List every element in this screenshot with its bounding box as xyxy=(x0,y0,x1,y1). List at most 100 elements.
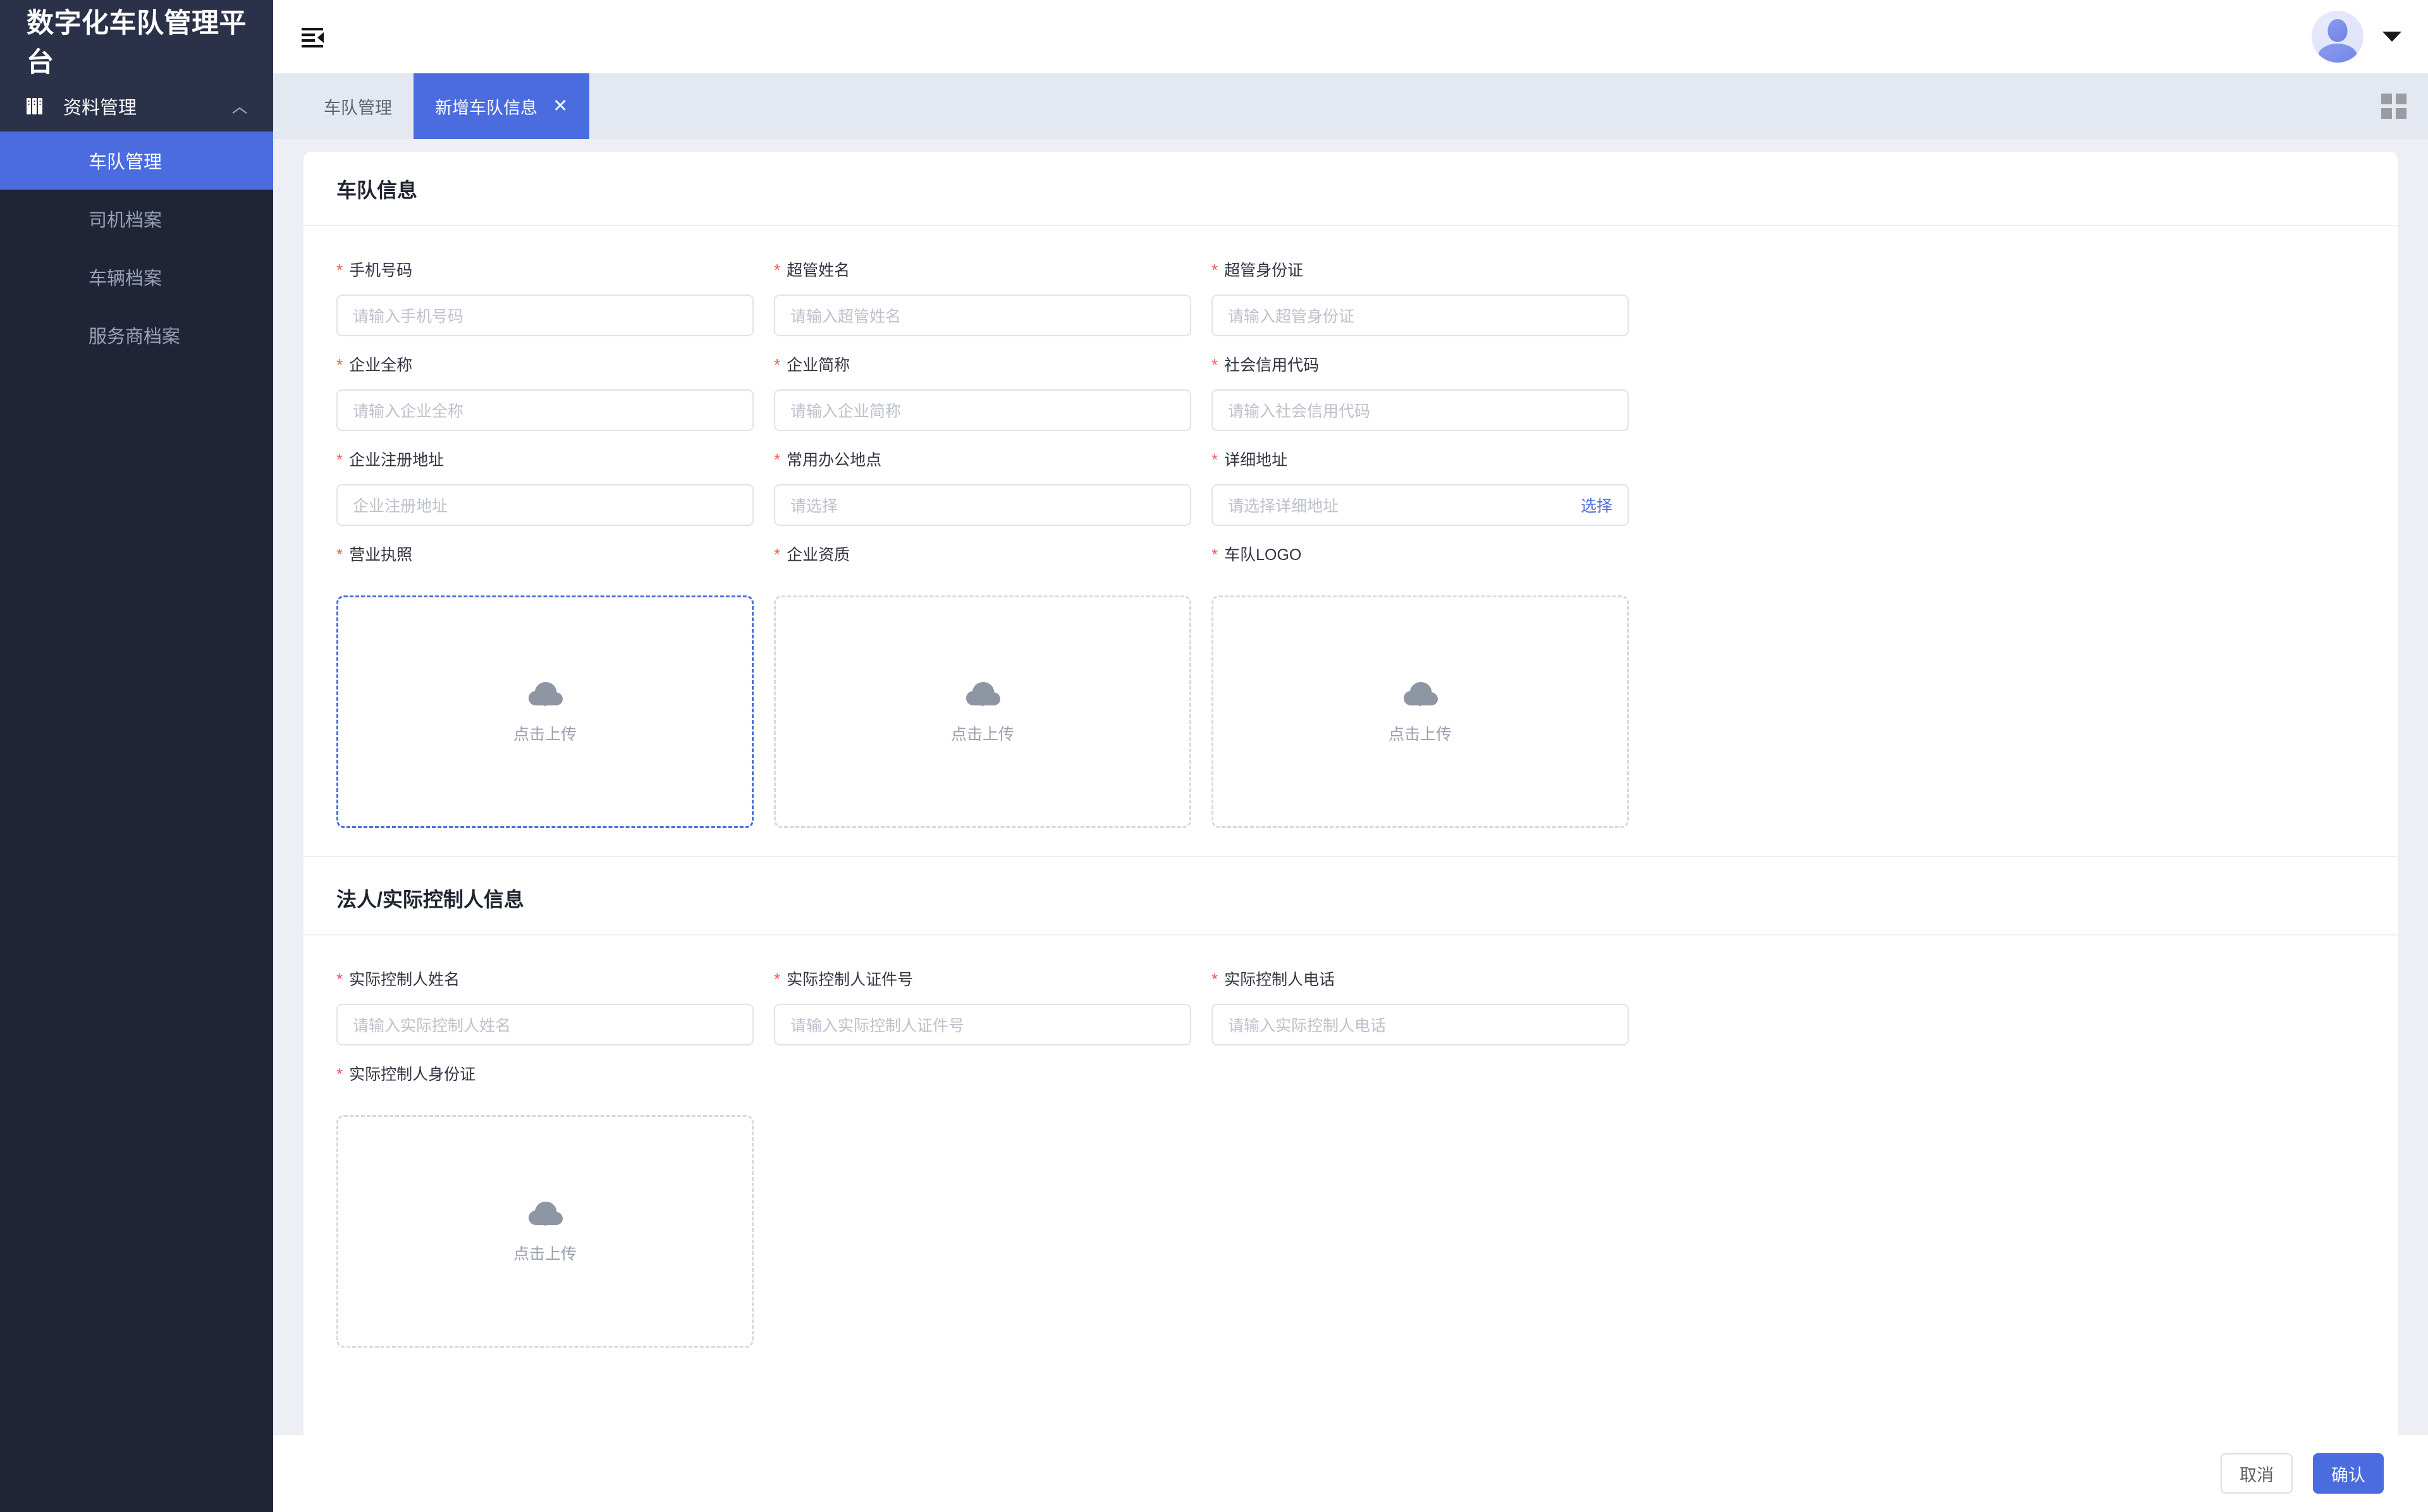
field-label: * 超管身份证 xyxy=(1211,258,1629,281)
upload-boxes-row: 点击上传 xyxy=(336,1115,2365,1348)
label-text: 企业注册地址 xyxy=(349,451,445,469)
input-placeholder: 请输入实际控制人姓名 xyxy=(353,1017,512,1035)
tab-label: 新增车队信息 xyxy=(435,98,537,118)
section-body-fleet-info: * 手机号码 请输入手机号码 * 超管姓名 请输入超管姓名 * 超管身份证 请输… xyxy=(304,226,2398,828)
form-card: 车队信息 * 手机号码 请输入手机号码 * 超管姓名 请输入超管姓名 * 超管身… xyxy=(304,152,2398,1435)
field-label: * 详细地址 xyxy=(1211,448,1629,470)
sidebar: 数字化车队管理平台 资料管理 车队管理 司机档案 车辆档案 服务商档案 xyxy=(0,0,273,1512)
office-location-select[interactable]: 请选择 xyxy=(774,484,1191,526)
input-placeholder: 请选择详细地址 xyxy=(1228,497,1339,515)
upload-text: 点击上传 xyxy=(513,726,577,743)
upload-company-qualification[interactable]: 点击上传 xyxy=(774,595,1191,828)
detail-address-input[interactable]: 请选择详细地址 选择 xyxy=(1211,484,1629,526)
chevron-up-icon[interactable] xyxy=(230,101,249,114)
grid-view-icon[interactable] xyxy=(2381,94,2407,119)
cloud-upload-icon xyxy=(964,679,1001,708)
label-text: 实际控制人证件号 xyxy=(787,971,914,989)
sidebar-item-label: 车辆档案 xyxy=(89,269,162,289)
sidebar-item-provider-records[interactable]: 服务商档案 xyxy=(0,306,273,364)
upload-labels-row: * 营业执照 * 企业资质 * 车队LOGO xyxy=(336,542,2365,579)
sidebar-group-data-management[interactable]: 资料管理 xyxy=(0,81,273,131)
choose-address-link[interactable]: 选择 xyxy=(1581,494,1612,516)
controller-phone-input[interactable]: 请输入实际控制人电话 xyxy=(1211,1004,1629,1046)
tab-add-fleet-info[interactable]: 新增车队信息 ✕ xyxy=(414,73,590,139)
user-avatar[interactable] xyxy=(2312,11,2364,63)
section-title-fleet-info: 车队信息 xyxy=(304,152,2398,226)
company-short-name-input[interactable]: 请输入企业简称 xyxy=(774,389,1191,431)
upload-text: 点击上传 xyxy=(1388,726,1452,743)
confirm-button[interactable]: 确认 xyxy=(2313,1453,2384,1494)
controller-id-number-input[interactable]: 请输入实际控制人证件号 xyxy=(774,1004,1191,1046)
sidebar-item-fleet-management[interactable]: 车队管理 xyxy=(0,131,273,190)
field-controller-id-number: * 实际控制人证件号 请输入实际控制人证件号 xyxy=(774,967,1191,1046)
admin-name-input[interactable]: 请输入超管姓名 xyxy=(774,295,1191,336)
avatar-body xyxy=(2318,44,2357,63)
sidebar-item-vehicle-records[interactable]: 车辆档案 xyxy=(0,248,273,306)
label-text: 企业简称 xyxy=(787,357,850,374)
field-admin-name: * 超管姓名 请输入超管姓名 xyxy=(774,258,1191,336)
field-fleet-logo: * 车队LOGO xyxy=(1211,542,1629,579)
section-body-legal-person: * 实际控制人姓名 请输入实际控制人姓名 * 实际控制人证件号 请输入实际控制人… xyxy=(304,936,2398,1348)
upload-business-license[interactable]: 点击上传 xyxy=(336,595,754,828)
content-area: 车队信息 * 手机号码 请输入手机号码 * 超管姓名 请输入超管姓名 * 超管身… xyxy=(273,139,2428,1435)
sidebar-item-label: 司机档案 xyxy=(89,210,162,231)
section-title-legal-person: 法人/实际控制人信息 xyxy=(304,857,2398,936)
field-company-qualification: * 企业资质 xyxy=(774,542,1191,579)
phone-input[interactable]: 请输入手机号码 xyxy=(336,295,754,336)
field-company-full-name: * 企业全称 请输入企业全称 xyxy=(336,353,754,431)
label-text: 车队LOGO xyxy=(1224,546,1302,564)
field-label: * 实际控制人姓名 xyxy=(336,967,754,990)
label-text: 实际控制人电话 xyxy=(1224,971,1335,989)
required-marker: * xyxy=(336,970,343,989)
field-business-license: * 营业执照 xyxy=(336,542,754,579)
required-marker: * xyxy=(1211,260,1218,279)
sidebar-item-label: 服务商档案 xyxy=(89,327,181,347)
upload-text: 点击上传 xyxy=(950,726,1014,743)
field-label: * 企业注册地址 xyxy=(336,448,754,470)
field-label: * 常用办公地点 xyxy=(774,448,1191,470)
label-text: 实际控制人身份证 xyxy=(349,1066,476,1083)
upload-controller-idcard[interactable]: 点击上传 xyxy=(336,1115,754,1348)
upload-boxes-row: 点击上传 点击上传 点击上传 xyxy=(336,595,2365,828)
label-text: 超管身份证 xyxy=(1224,262,1304,279)
upload-fleet-logo[interactable]: 点击上传 xyxy=(1211,595,1629,828)
input-placeholder: 请选择 xyxy=(790,497,838,515)
field-label: * 企业资质 xyxy=(774,542,1191,565)
field-label: * 实际控制人身份证 xyxy=(336,1062,754,1085)
input-placeholder: 请输入超管姓名 xyxy=(790,308,902,326)
label-text: 手机号码 xyxy=(349,262,413,279)
controller-name-input[interactable]: 请输入实际控制人姓名 xyxy=(336,1004,754,1046)
required-marker: * xyxy=(774,545,781,564)
close-icon[interactable]: ✕ xyxy=(553,97,568,116)
input-placeholder: 请输入实际控制人证件号 xyxy=(790,1017,965,1035)
field-label: * 车队LOGO xyxy=(1211,542,1629,565)
field-label: * 超管姓名 xyxy=(774,258,1191,281)
required-marker: * xyxy=(336,1064,343,1083)
field-label: * 实际控制人电话 xyxy=(1211,967,1629,990)
required-marker: * xyxy=(774,260,781,279)
cloud-upload-icon xyxy=(1402,679,1438,708)
grid-cell xyxy=(2396,108,2407,119)
main-area: 车队管理 新增车队信息 ✕ 车队信息 * 手机号码 请输入手机号码 * 超管姓名… xyxy=(273,0,2428,1512)
required-marker: * xyxy=(336,260,343,279)
credit-code-input[interactable]: 请输入社会信用代码 xyxy=(1211,389,1629,431)
cancel-button[interactable]: 取消 xyxy=(2221,1453,2293,1494)
registered-address-input[interactable]: 企业注册地址 xyxy=(336,484,754,526)
input-placeholder: 请输入企业全称 xyxy=(353,403,464,420)
company-full-name-input[interactable]: 请输入企业全称 xyxy=(336,389,754,431)
label-text: 详细地址 xyxy=(1224,451,1288,469)
required-marker: * xyxy=(774,970,781,989)
tab-fleet-management[interactable]: 车队管理 xyxy=(302,73,414,139)
required-marker: * xyxy=(1211,545,1218,564)
menu-fold-icon[interactable] xyxy=(298,22,328,51)
required-marker: * xyxy=(336,545,343,564)
admin-id-input[interactable]: 请输入超管身份证 xyxy=(1211,295,1629,336)
chevron-down-icon[interactable] xyxy=(2382,32,2401,42)
cloud-upload-icon xyxy=(527,1198,563,1228)
upload-text: 点击上传 xyxy=(513,1245,577,1263)
required-marker: * xyxy=(336,355,343,374)
form-row: * 实际控制人姓名 请输入实际控制人姓名 * 实际控制人证件号 请输入实际控制人… xyxy=(336,967,2365,1046)
field-detail-address: * 详细地址 请选择详细地址 选择 xyxy=(1211,448,1629,526)
required-marker: * xyxy=(336,450,343,469)
sidebar-item-driver-records[interactable]: 司机档案 xyxy=(0,190,273,248)
